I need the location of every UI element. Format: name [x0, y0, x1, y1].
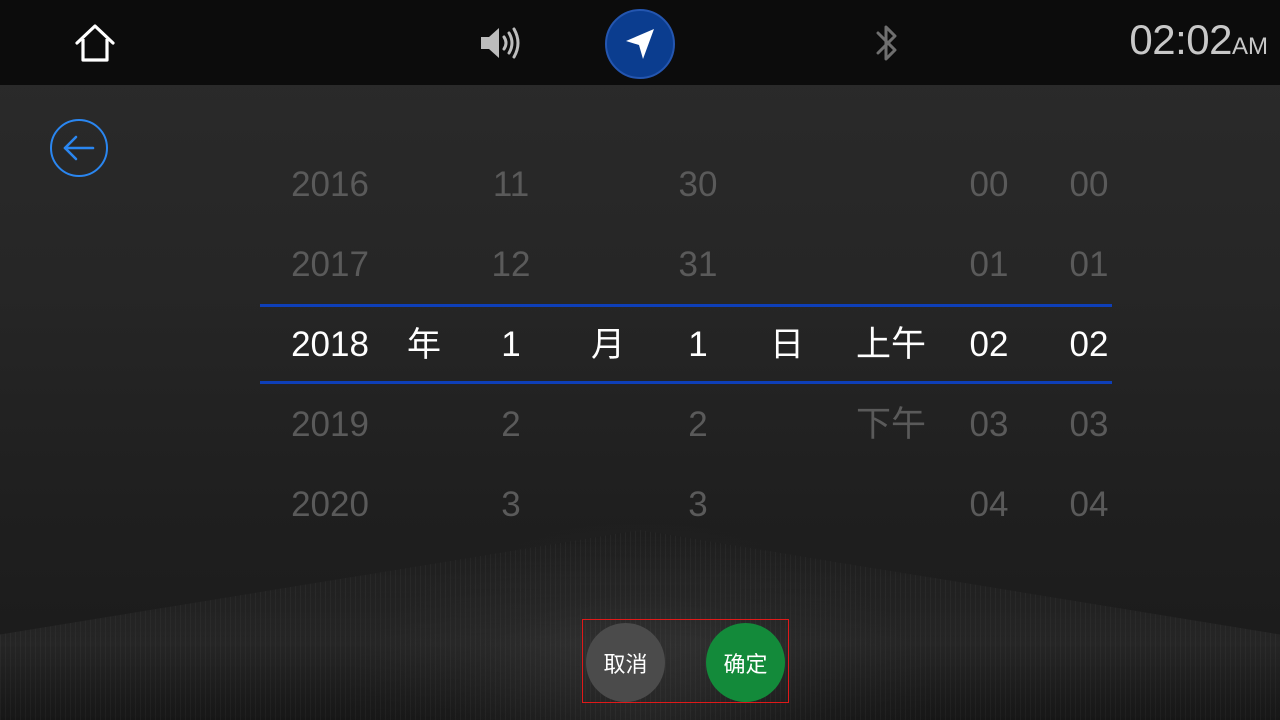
month-option[interactable]: 11 — [451, 145, 571, 225]
minute-option[interactable]: 00 — [1029, 145, 1149, 225]
clock-ampm: AM — [1232, 33, 1268, 60]
day-option[interactable]: 2 — [638, 385, 758, 465]
day-wheel[interactable]: 30 31 1 2 3 — [638, 145, 758, 545]
action-buttons: 取消 确定 — [582, 619, 789, 703]
day-option[interactable]: 3 — [638, 465, 758, 545]
clock-time: 02:02 — [1129, 16, 1232, 63]
year-option[interactable]: 2020 — [270, 465, 390, 545]
minute-option-selected[interactable]: 02 — [1029, 305, 1149, 385]
back-button[interactable] — [50, 119, 108, 177]
bluetooth-button[interactable] — [860, 14, 914, 72]
year-option-selected[interactable]: 2018 — [270, 305, 390, 385]
home-icon — [75, 24, 115, 62]
year-wheel[interactable]: 2016 2017 2018 2019 2020 — [270, 145, 390, 545]
date-time-settings-screen: 02:02AM 2016 2017 2018 2019 2020 年 11 12… — [0, 0, 1280, 720]
back-arrow-icon — [63, 135, 95, 161]
minute-option[interactable]: 01 — [1029, 225, 1149, 305]
cancel-button[interactable]: 取消 — [586, 623, 665, 702]
year-unit-label: 年 — [407, 325, 441, 365]
navigation-icon — [626, 29, 654, 59]
volume-button[interactable] — [470, 14, 532, 72]
month-option[interactable]: 12 — [451, 225, 571, 305]
year-option[interactable]: 2016 — [270, 145, 390, 225]
status-bar: 02:02AM — [0, 0, 1280, 85]
navigation-button[interactable] — [605, 9, 675, 79]
year-option[interactable]: 2017 — [270, 225, 390, 305]
month-unit-label: 月 — [591, 325, 625, 365]
minute-option[interactable]: 04 — [1029, 465, 1149, 545]
day-option[interactable]: 31 — [638, 225, 758, 305]
volume-icon — [481, 27, 520, 59]
confirm-button[interactable]: 确定 — [706, 623, 785, 702]
month-option-selected[interactable]: 1 — [451, 305, 571, 385]
year-option[interactable]: 2019 — [270, 385, 390, 465]
minute-option[interactable]: 03 — [1029, 385, 1149, 465]
day-option[interactable]: 30 — [638, 145, 758, 225]
month-wheel[interactable]: 11 12 1 2 3 — [451, 145, 571, 545]
clock: 02:02AM — [1129, 16, 1268, 64]
day-unit-label: 日 — [770, 325, 804, 365]
month-option[interactable]: 2 — [451, 385, 571, 465]
date-time-picker: 2016 2017 2018 2019 2020 年 11 12 1 2 3 月… — [260, 145, 1112, 545]
month-option[interactable]: 3 — [451, 465, 571, 545]
bluetooth-icon — [876, 25, 897, 61]
home-button[interactable] — [66, 14, 124, 72]
day-option-selected[interactable]: 1 — [638, 305, 758, 385]
minute-wheel[interactable]: 00 01 02 03 04 — [1029, 145, 1149, 545]
